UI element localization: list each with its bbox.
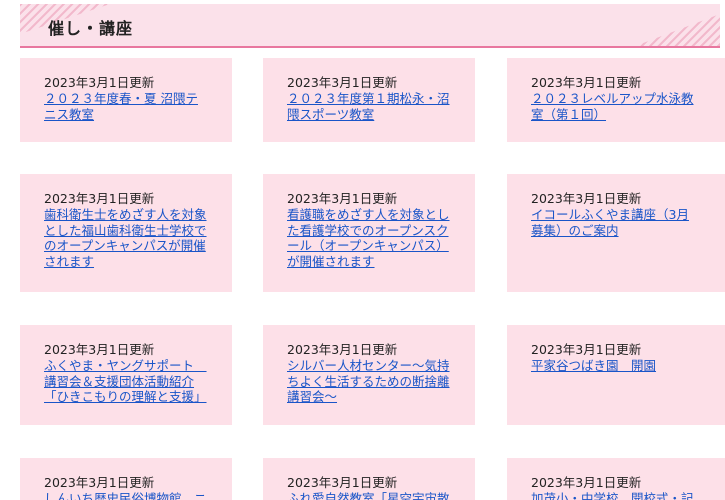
card-link[interactable]: 看護職をめざす人を対象とした看護学校でのオープンスクール（オープンキャンパス）が… <box>287 207 451 269</box>
news-card: 2023年3月1日更新 看護職をめざす人を対象とした看護学校でのオープンスクール… <box>263 174 475 292</box>
card-date: 2023年3月1日更新 <box>531 342 642 357</box>
section-title: 催し・講座 <box>48 19 134 38</box>
card-date: 2023年3月1日更新 <box>531 475 642 490</box>
news-card: 2023年3月1日更新 ふれ愛自然教室「星空宇宙散 <box>263 458 475 500</box>
news-card: 2023年3月1日更新 ２０２３レベルアップ水泳教室（第１回） <box>507 58 725 142</box>
card-date: 2023年3月1日更新 <box>287 342 398 357</box>
card-date: 2023年3月1日更新 <box>287 191 398 206</box>
news-card: 2023年3月1日更新 歯科衛生士をめざす人を対象とした福山歯科衛生士学校でのオ… <box>20 174 232 292</box>
news-card: 2023年3月1日更新 ふくやま・ヤングサポート 講習会＆支援団体活動紹介「ひき… <box>20 325 232 425</box>
card-link[interactable]: ２０２３レベルアップ水泳教室（第１回） <box>531 91 701 122</box>
card-date: 2023年3月1日更新 <box>287 75 398 90</box>
card-link[interactable]: ２０２３年度春・夏 沼隈テニス教室 <box>44 91 208 122</box>
card-link[interactable]: しんいち歴史民俗博物館 ニ <box>44 491 208 500</box>
card-link[interactable]: ふくやま・ヤングサポート 講習会＆支援団体活動紹介「ひきこもりの理解と支援」 <box>44 358 208 405</box>
card-link[interactable]: イコールふくやま講座（3月募集）のご案内 <box>531 207 701 238</box>
card-date: 2023年3月1日更新 <box>44 342 155 357</box>
card-date: 2023年3月1日更新 <box>531 191 642 206</box>
card-link[interactable]: 平家谷つばき園 開園 <box>531 358 701 374</box>
card-link[interactable]: ふれ愛自然教室「星空宇宙散 <box>287 491 451 500</box>
card-link[interactable]: 歯科衛生士をめざす人を対象とした福山歯科衛生士学校でのオープンキャンパスが開催さ… <box>44 207 208 269</box>
header-decoration-right <box>630 14 720 46</box>
news-card: 2023年3月1日更新 イコールふくやま講座（3月募集）のご案内 <box>507 174 725 292</box>
section-header: 催し・講座 <box>20 4 720 48</box>
news-card: 2023年3月1日更新 しんいち歴史民俗博物館 ニ <box>20 458 232 500</box>
news-card: 2023年3月1日更新 ２０２３年度第１期松永・沼隈スポーツ教室 <box>263 58 475 142</box>
card-link[interactable]: ２０２３年度第１期松永・沼隈スポーツ教室 <box>287 91 451 122</box>
card-date: 2023年3月1日更新 <box>44 75 155 90</box>
news-card: 2023年3月1日更新 平家谷つばき園 開園 <box>507 325 725 425</box>
card-date: 2023年3月1日更新 <box>531 75 642 90</box>
news-card: 2023年3月1日更新 ２０２３年度春・夏 沼隈テニス教室 <box>20 58 232 142</box>
card-link[interactable]: シルバー人材センター～気持ちよく生活するための断捨離講習会～ <box>287 358 451 405</box>
card-date: 2023年3月1日更新 <box>44 475 155 490</box>
card-date: 2023年3月1日更新 <box>287 475 398 490</box>
news-card: 2023年3月1日更新 加茂小・中学校 開校式・記 <box>507 458 725 500</box>
news-card: 2023年3月1日更新 シルバー人材センター～気持ちよく生活するための断捨離講習… <box>263 325 475 425</box>
card-link[interactable]: 加茂小・中学校 開校式・記 <box>531 491 701 500</box>
card-date: 2023年3月1日更新 <box>44 191 155 206</box>
